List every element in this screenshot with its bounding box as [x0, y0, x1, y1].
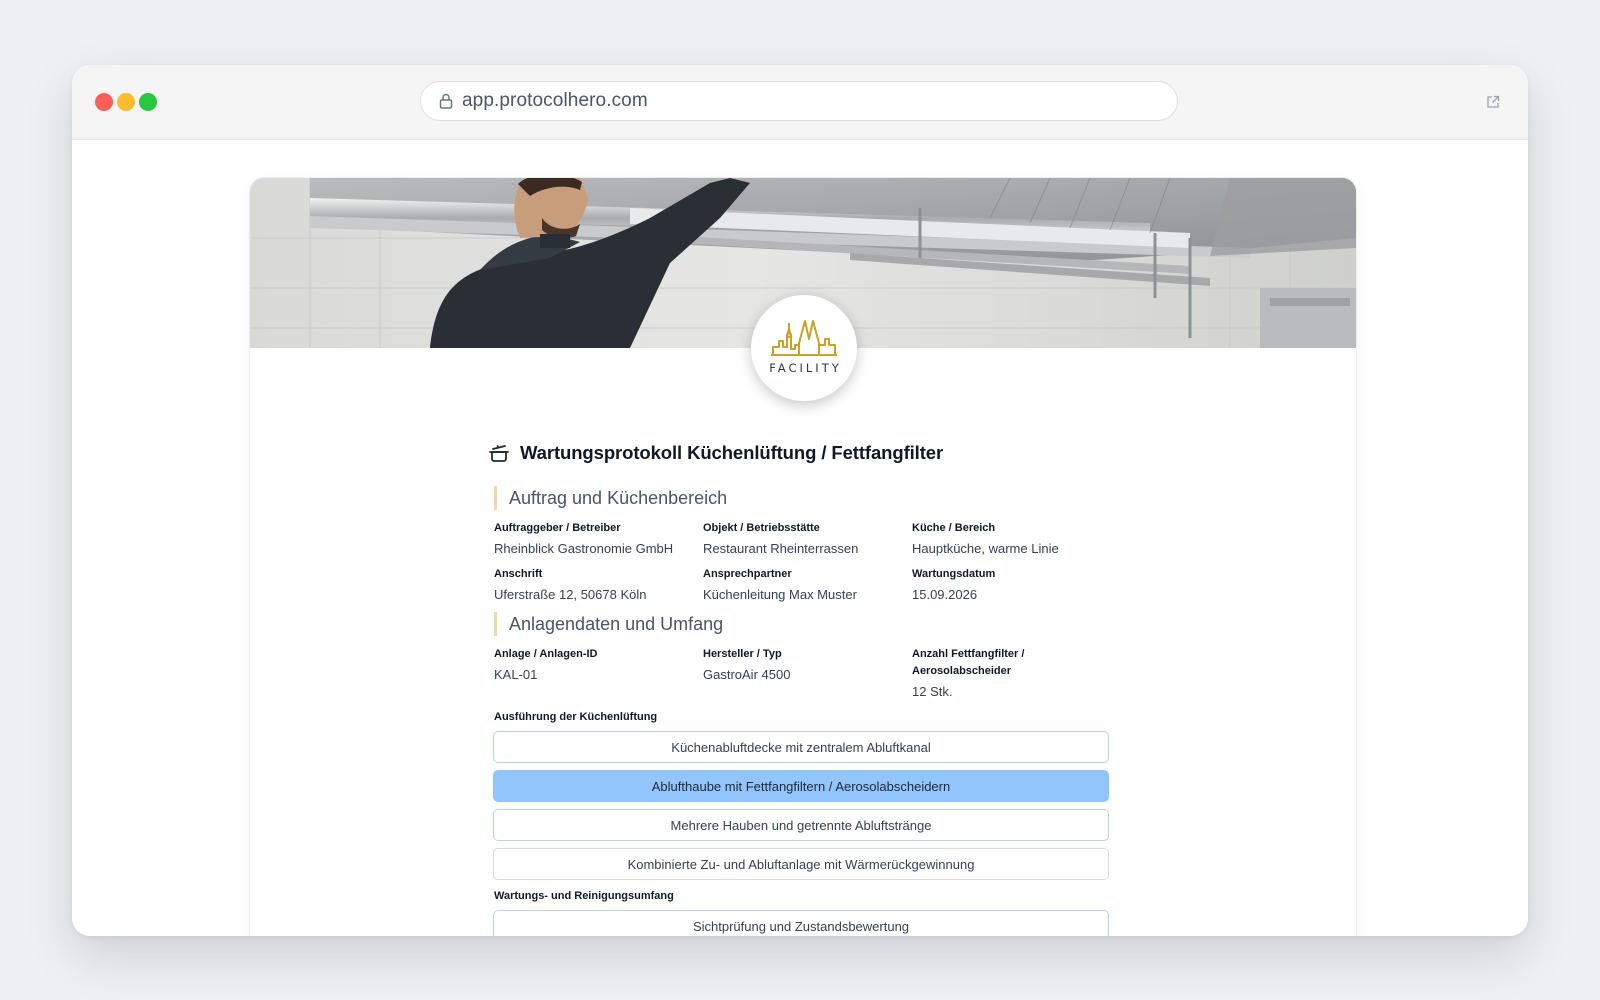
browser-toolbar: app.protocolhero.com: [72, 65, 1528, 140]
section-heading-auftrag: Auftrag und Küchenbereich: [494, 486, 1118, 510]
protocol-form: Wartungsprotokoll Küchenlüftung / Fettfa…: [488, 438, 1118, 936]
minimize-window-button[interactable]: [117, 93, 135, 111]
option-kuechenabluftdecke[interactable]: Küchenabluftdecke mit zentralem Abluftka…: [493, 731, 1109, 763]
field-value[interactable]: Hauptküche, warme Linie: [912, 540, 1112, 558]
field-anschrift: Anschrift Uferstraße 12, 50678 Köln: [494, 566, 703, 612]
field-ansprechpartner: Ansprechpartner Küchenleitung Max Muster: [703, 566, 912, 612]
maximize-window-button[interactable]: [139, 93, 157, 111]
open-external-icon[interactable]: [1486, 95, 1500, 109]
auftrag-fields: Auftraggeber / Betreiber Rheinblick Gast…: [494, 520, 1118, 612]
address-bar[interactable]: app.protocolhero.com: [420, 81, 1178, 121]
field-label: Ansprechpartner: [703, 568, 792, 580]
field-value[interactable]: Restaurant Rheinterrassen: [703, 540, 912, 558]
page-viewport: FACILITY Wartungsprotokoll Küchenlüftung…: [72, 140, 1528, 936]
field-anlagen-id: Anlage / Anlagen-ID KAL-01: [494, 646, 703, 692]
form-title-row: Wartungsprotokoll Küchenlüftung / Fettfa…: [488, 438, 1118, 468]
field-value[interactable]: 15.09.2026: [912, 586, 1112, 604]
page-title: Wartungsprotokoll Küchenlüftung / Fettfa…: [520, 442, 944, 463]
field-label: Auftraggeber / Betreiber: [494, 522, 621, 534]
field-objekt: Objekt / Betriebsstätte Restaurant Rhein…: [703, 520, 912, 566]
option-sichtpruefung[interactable]: Sichtprüfung und Zustandsbewertung: [493, 910, 1109, 936]
option-ablufthaube-selected[interactable]: Ablufthaube mit Fettfangfiltern / Aeroso…: [493, 770, 1109, 802]
anlagendaten-fields: Anlage / Anlagen-ID KAL-01 Hersteller / …: [494, 646, 1118, 709]
ausfuehrung-label: Ausführung der Küchenlüftung: [494, 711, 658, 723]
field-kueche-bereich: Küche / Bereich Hauptküche, warme Linie: [912, 520, 1112, 566]
field-value[interactable]: Uferstraße 12, 50678 Köln: [494, 586, 703, 604]
option-mehrere-hauben[interactable]: Mehrere Hauben und getrennte Abluftsträn…: [493, 809, 1109, 841]
field-label: Hersteller / Typ: [703, 648, 782, 660]
field-wartungsdatum: Wartungsdatum 15.09.2026: [912, 566, 1112, 612]
field-value[interactable]: Rheinblick Gastronomie GmbH: [494, 540, 703, 558]
field-value[interactable]: KAL-01: [494, 666, 703, 684]
field-value[interactable]: GastroAir 4500: [703, 666, 912, 684]
section-heading-anlagendaten: Anlagendaten und Umfang: [494, 612, 1118, 636]
field-label: Anlage / Anlagen-ID: [494, 648, 598, 660]
url-text: app.protocolhero.com: [462, 90, 648, 111]
browser-window: app.protocolhero.com FACILITY Wartungspr…: [72, 65, 1528, 936]
field-value[interactable]: Küchenleitung Max Muster: [703, 586, 912, 604]
field-anzahl-filter: Anzahl Fettfangfilter / Aerosolabscheide…: [912, 646, 1112, 709]
field-label: Wartungsdatum: [912, 568, 996, 580]
field-label: Anzahl Fettfangfilter / Aerosolabscheide…: [912, 648, 1025, 677]
close-window-button[interactable]: [95, 93, 113, 111]
field-value[interactable]: 12 Stk.: [912, 683, 1112, 701]
cooking-pot-icon: [489, 445, 509, 462]
field-hersteller-typ: Hersteller / Typ GastroAir 4500: [703, 646, 912, 692]
option-kombinierte-anlage[interactable]: Kombinierte Zu- und Abluftanlage mit Wär…: [493, 848, 1109, 880]
lock-icon: [439, 93, 453, 109]
field-label: Anschrift: [494, 568, 543, 580]
logo-wordmark: FACILITY: [769, 361, 842, 375]
skyline-logo-icon: [771, 320, 837, 356]
field-label: Küche / Bereich: [912, 522, 996, 534]
umfang-label: Wartungs- und Reinigungsumfang: [494, 890, 674, 902]
field-label: Objekt / Betriebsstätte: [703, 522, 820, 534]
protocol-card: FACILITY Wartungsprotokoll Küchenlüftung…: [250, 178, 1356, 936]
field-auftraggeber: Auftraggeber / Betreiber Rheinblick Gast…: [494, 520, 703, 566]
company-logo: FACILITY: [751, 295, 857, 401]
